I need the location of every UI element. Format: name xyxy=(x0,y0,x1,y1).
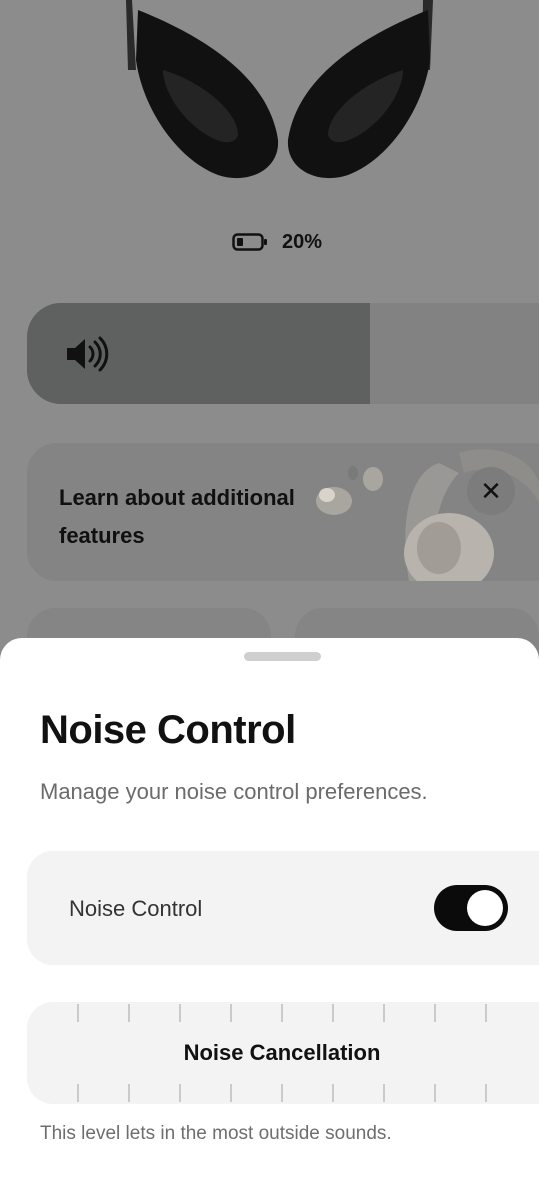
noise-control-sheet: Noise Control Manage your noise control … xyxy=(0,638,539,1200)
switch-knob xyxy=(467,890,503,926)
volume-slider[interactable] xyxy=(27,303,539,404)
sheet-title: Noise Control xyxy=(40,708,296,752)
close-icon: ✕ xyxy=(480,476,502,506)
noise-control-toggle-row: Noise Control xyxy=(27,851,539,965)
speaker-icon xyxy=(67,336,109,372)
sheet-drag-handle[interactable] xyxy=(244,652,321,661)
battery-level-text: 20% xyxy=(282,230,323,253)
sheet-subtitle: Manage your noise control preferences. xyxy=(40,779,428,804)
noise-control-switch[interactable] xyxy=(434,885,508,931)
mode-scale-ticks-bottom xyxy=(77,1084,487,1102)
promo-card[interactable]: Learn about additional features ✕ xyxy=(27,443,539,581)
battery-icon xyxy=(232,233,267,251)
noise-mode-selector[interactable]: Noise Cancellation xyxy=(27,1002,539,1104)
noise-mode-label: Noise Cancellation xyxy=(183,1040,381,1065)
noise-control-toggle-label: Noise Control xyxy=(69,896,203,921)
promo-text: Learn about additional features xyxy=(59,485,295,548)
promo-close-button[interactable]: ✕ xyxy=(467,467,515,515)
noise-mode-description: This level lets in the most outside soun… xyxy=(40,1123,392,1144)
headphones-image xyxy=(126,0,433,179)
battery-status: 20% xyxy=(232,228,322,256)
mode-scale-ticks-top xyxy=(77,1004,487,1022)
